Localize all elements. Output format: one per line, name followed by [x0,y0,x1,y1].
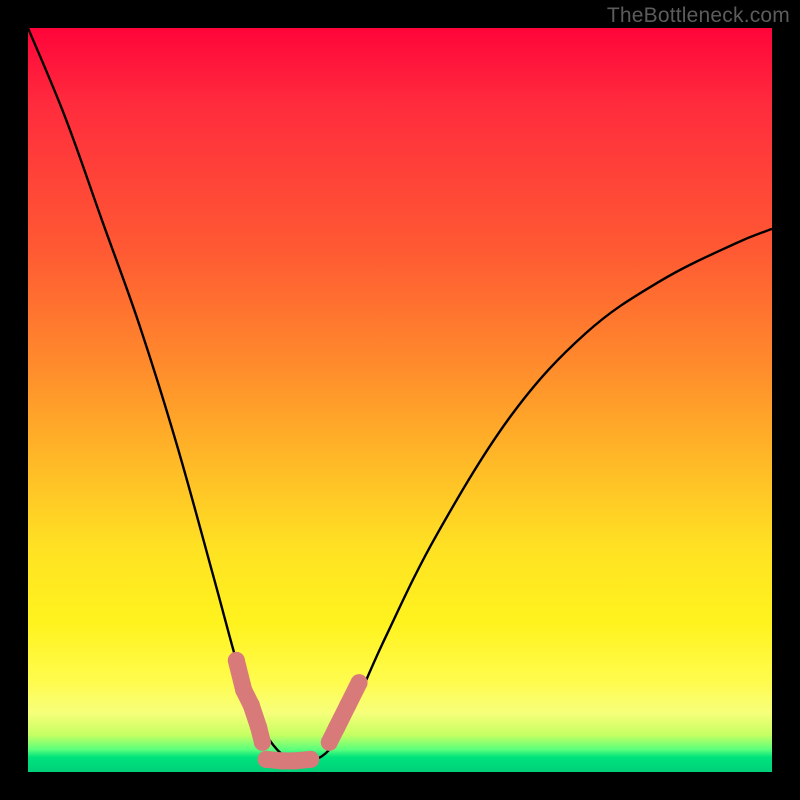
curve-layer [28,28,772,772]
chart-frame: TheBottleneck.com [0,0,800,800]
plot-area [28,28,772,772]
watermark-text: TheBottleneck.com [607,4,790,28]
marker-band [228,652,368,769]
main-curve [28,28,772,762]
